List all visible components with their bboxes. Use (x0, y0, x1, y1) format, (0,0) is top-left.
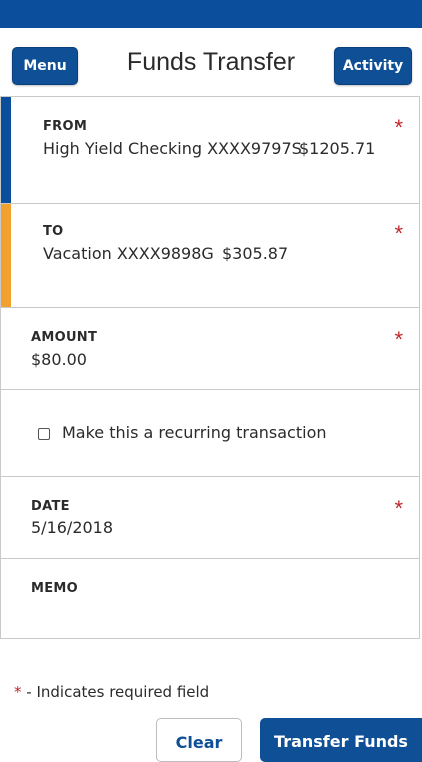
required-asterisk: * (394, 221, 403, 246)
required-asterisk: * (394, 115, 403, 140)
date-label: DATE (31, 499, 70, 514)
required-asterisk: * (394, 496, 403, 521)
date-field[interactable]: DATE 5/16/2018 * (0, 476, 420, 559)
to-account-selector[interactable]: TO Vacation XXXX9898G $305.87 * (0, 203, 420, 308)
date-value: 5/16/2018 (31, 518, 114, 537)
status-bar (0, 0, 422, 28)
amount-field[interactable]: AMOUNT $80.00 * (0, 307, 420, 390)
recurring-option[interactable]: Make this a recurring transaction (0, 389, 420, 477)
to-accent-bar (1, 204, 11, 307)
memo-label: MEMO (31, 581, 79, 596)
amount-value: $80.00 (31, 350, 87, 369)
activity-button[interactable]: Activity (334, 47, 412, 85)
from-account-name: High Yield Checking XXXX9797S (43, 139, 302, 158)
from-accent-bar (1, 97, 11, 203)
from-account-selector[interactable]: FROM High Yield Checking XXXX9797S $1205… (0, 96, 420, 204)
to-account-name: Vacation XXXX9898G (43, 244, 214, 263)
to-label: TO (43, 224, 64, 239)
clear-button[interactable]: Clear (156, 718, 242, 762)
required-note-text: - Indicates required field (26, 683, 210, 701)
amount-label: AMOUNT (31, 330, 98, 345)
recurring-checkbox[interactable] (38, 428, 50, 440)
to-account-balance: $305.87 (222, 244, 289, 263)
required-asterisk: * (394, 327, 403, 352)
recurring-label: Make this a recurring transaction (62, 423, 327, 442)
memo-field[interactable]: MEMO (0, 558, 420, 639)
transfer-funds-button[interactable]: Transfer Funds (260, 718, 422, 762)
required-field-note: * - Indicates required field (14, 683, 209, 701)
required-asterisk: * (14, 683, 22, 701)
from-account-balance: $1205.71 (299, 139, 376, 158)
from-label: FROM (43, 119, 88, 134)
